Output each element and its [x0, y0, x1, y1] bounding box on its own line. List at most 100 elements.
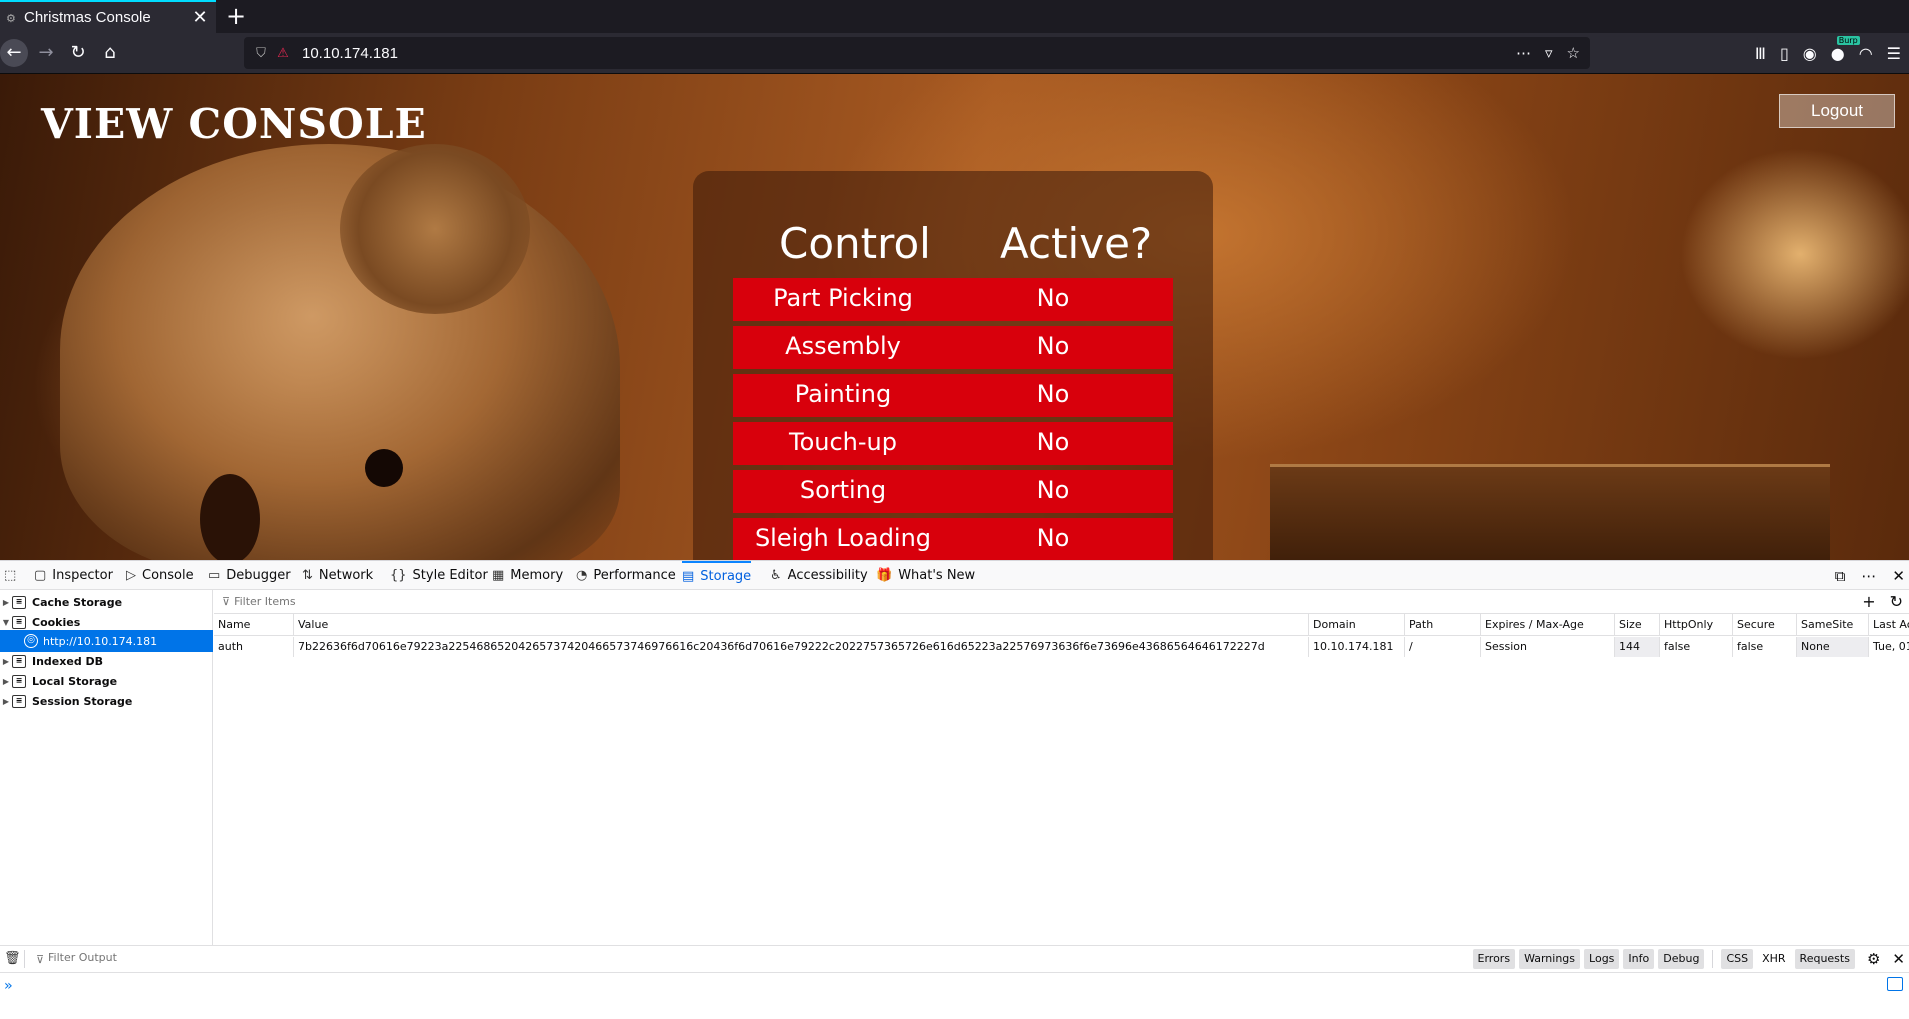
- toolbar-divider: [24, 950, 25, 968]
- tab-inspector[interactable]: ▢ Inspector: [34, 561, 113, 590]
- clear-console-icon[interactable]: 🗑: [4, 951, 21, 966]
- cookie-name-cell[interactable]: auth: [214, 637, 294, 657]
- filter-debug-button[interactable]: Debug: [1658, 949, 1705, 969]
- cookie-value-cell[interactable]: 7b22636f6d70616e79223a225468652042657374…: [294, 637, 1309, 657]
- tree-session-storage[interactable]: ▶ ≡ Session Storage: [0, 690, 213, 712]
- tab-console[interactable]: ▷ Console: [126, 561, 194, 590]
- tab-performance[interactable]: ◔ Performance: [576, 561, 676, 590]
- filter-requests-button[interactable]: Requests: [1794, 949, 1855, 969]
- column-header[interactable]: Value: [294, 614, 1309, 636]
- toy-chest-image: [1270, 464, 1830, 560]
- devtools-tabbar: ⬚ ▢ Inspector ▷ Console ▭ Debugger ⇅ Network…: [0, 561, 1909, 590]
- menu-icon[interactable]: ☰: [1887, 44, 1901, 63]
- extension-icon[interactable]: ◠: [1859, 44, 1873, 63]
- tab-debugger[interactable]: ▭ Debugger: [208, 561, 291, 590]
- bookmark-star-icon[interactable]: ☆: [1567, 44, 1580, 62]
- filter-items-input[interactable]: [234, 595, 635, 608]
- insecure-connection-icon[interactable]: ⚠: [272, 45, 294, 61]
- tracking-shield-icon[interactable]: ⛉: [250, 45, 272, 61]
- editor-mode-icon[interactable]: [1887, 977, 1903, 991]
- expand-icon[interactable]: ▶: [0, 657, 12, 666]
- url-bar[interactable]: ⛉ ⚠ 10.10.174.181 ⋯ ▿ ☆: [244, 37, 1590, 69]
- filter-logs-button[interactable]: Logs: [1584, 949, 1620, 969]
- column-header[interactable]: Last Accessed: [1869, 614, 1909, 636]
- storage-icon: ▤: [682, 568, 695, 584]
- console-input[interactable]: »: [0, 973, 1909, 999]
- filter-info-button[interactable]: Info: [1623, 949, 1655, 969]
- cookie-domain-cell[interactable]: 10.10.174.181: [1309, 637, 1405, 657]
- page-actions-icon[interactable]: ⋯: [1516, 44, 1531, 62]
- element-picker-button[interactable]: ⬚: [4, 561, 16, 590]
- forward-button[interactable]: →: [32, 39, 60, 67]
- column-header[interactable]: Domain: [1309, 614, 1405, 636]
- dock-toggle-icon[interactable]: ⧉: [1835, 567, 1846, 585]
- filter-bar: ⊽ + ↻: [214, 590, 1909, 614]
- close-split-console-icon[interactable]: ✕: [1892, 950, 1905, 968]
- tree-cookies-host[interactable]: ◎ http://10.10.174.181: [0, 630, 213, 652]
- tab-label: What's New: [898, 567, 976, 583]
- column-header[interactable]: HttpOnly: [1660, 614, 1733, 636]
- cookie-httponly-cell[interactable]: false: [1660, 637, 1733, 657]
- expand-icon[interactable]: ▶: [0, 677, 12, 686]
- cookie-path-cell[interactable]: /: [1405, 637, 1481, 657]
- add-item-icon[interactable]: +: [1862, 592, 1875, 611]
- tab-style-editor[interactable]: {} Style Editor: [390, 561, 488, 590]
- storage-type-icon: ≡: [12, 654, 26, 668]
- column-header[interactable]: Size: [1615, 614, 1660, 636]
- refresh-items-icon[interactable]: ↻: [1890, 592, 1903, 611]
- filter-warnings-button[interactable]: Warnings: [1519, 949, 1581, 969]
- devtools-close-icon[interactable]: ✕: [1892, 567, 1905, 585]
- expand-icon[interactable]: ▶: [0, 598, 12, 607]
- column-header[interactable]: Secure: [1733, 614, 1797, 636]
- account-icon[interactable]: ◉: [1803, 44, 1817, 63]
- column-header[interactable]: Expires / Max-Age: [1481, 614, 1615, 636]
- collapse-icon[interactable]: ▼: [0, 618, 12, 627]
- filter-output-input[interactable]: [48, 951, 348, 964]
- tree-indexed-db[interactable]: ▶ ≡ Indexed DB: [0, 650, 213, 672]
- column-header[interactable]: SameSite: [1797, 614, 1869, 636]
- tab-title: Christmas Console: [24, 9, 151, 26]
- tab-network[interactable]: ⇅ Network: [302, 561, 373, 590]
- burp-badge: Burp: [1836, 35, 1860, 45]
- tab-whats-new[interactable]: 🎁 What's New: [876, 561, 975, 590]
- control-name: Part Picking: [773, 284, 913, 312]
- cookie-samesite-cell[interactable]: None: [1797, 637, 1869, 657]
- devtools-menu-icon[interactable]: ⋯: [1861, 567, 1876, 585]
- cookie-last-accessed-cell[interactable]: Tue, 01 Dec 2020 15:...: [1869, 637, 1909, 657]
- home-button[interactable]: ⌂: [96, 39, 124, 67]
- cookie-secure-cell[interactable]: false: [1733, 637, 1797, 657]
- browser-tab[interactable]: ⚙ Christmas Console ✕: [0, 0, 216, 33]
- cookie-size-cell[interactable]: 144: [1615, 637, 1660, 657]
- expand-icon[interactable]: ▶: [0, 697, 12, 706]
- storage-table: ⊽ + ↻ Name Value Domain Path Expires / M…: [214, 590, 1909, 945]
- column-header[interactable]: Name: [214, 614, 294, 636]
- filter-css-button[interactable]: CSS: [1721, 949, 1754, 969]
- url-text[interactable]: 10.10.174.181: [294, 45, 1516, 62]
- filter-errors-button[interactable]: Errors: [1472, 949, 1516, 969]
- back-button[interactable]: ←: [0, 39, 28, 67]
- control-row: Part Picking No: [733, 278, 1173, 321]
- inspector-icon: ▢: [34, 567, 47, 583]
- tab-storage[interactable]: ▤ Storage: [682, 561, 752, 590]
- reload-button[interactable]: ↻: [64, 39, 92, 67]
- tree-label: Indexed DB: [32, 654, 104, 668]
- column-header[interactable]: Path: [1405, 614, 1481, 636]
- burp-extension-icon[interactable]: ● Burp: [1831, 35, 1860, 63]
- logout-button[interactable]: Logout: [1779, 94, 1895, 128]
- control-active: No: [1036, 332, 1070, 360]
- tab-accessibility[interactable]: ♿ Accessibility: [770, 561, 868, 590]
- library-icon[interactable]: Ⅲ: [1755, 44, 1766, 63]
- control-header: Control: [779, 219, 931, 268]
- new-tab-button[interactable]: +: [222, 3, 250, 31]
- tab-close-icon[interactable]: ✕: [190, 7, 210, 28]
- web-content: VIEW CONSOLE Logout Control Active? Part…: [0, 74, 1909, 560]
- console-settings-icon[interactable]: ⚙: [1867, 950, 1880, 968]
- tree-local-storage[interactable]: ▶ ≡ Local Storage: [0, 670, 213, 692]
- tab-memory[interactable]: ▦ Memory: [492, 561, 563, 590]
- pocket-icon[interactable]: ▿: [1545, 44, 1553, 62]
- performance-icon: ◔: [576, 567, 588, 583]
- tree-cache-storage[interactable]: ▶ ≡ Cache Storage: [0, 591, 213, 613]
- cookie-expires-cell[interactable]: Session: [1481, 637, 1615, 657]
- filter-xhr-button[interactable]: XHR: [1757, 949, 1790, 969]
- sidebar-icon[interactable]: ▯: [1780, 44, 1789, 63]
